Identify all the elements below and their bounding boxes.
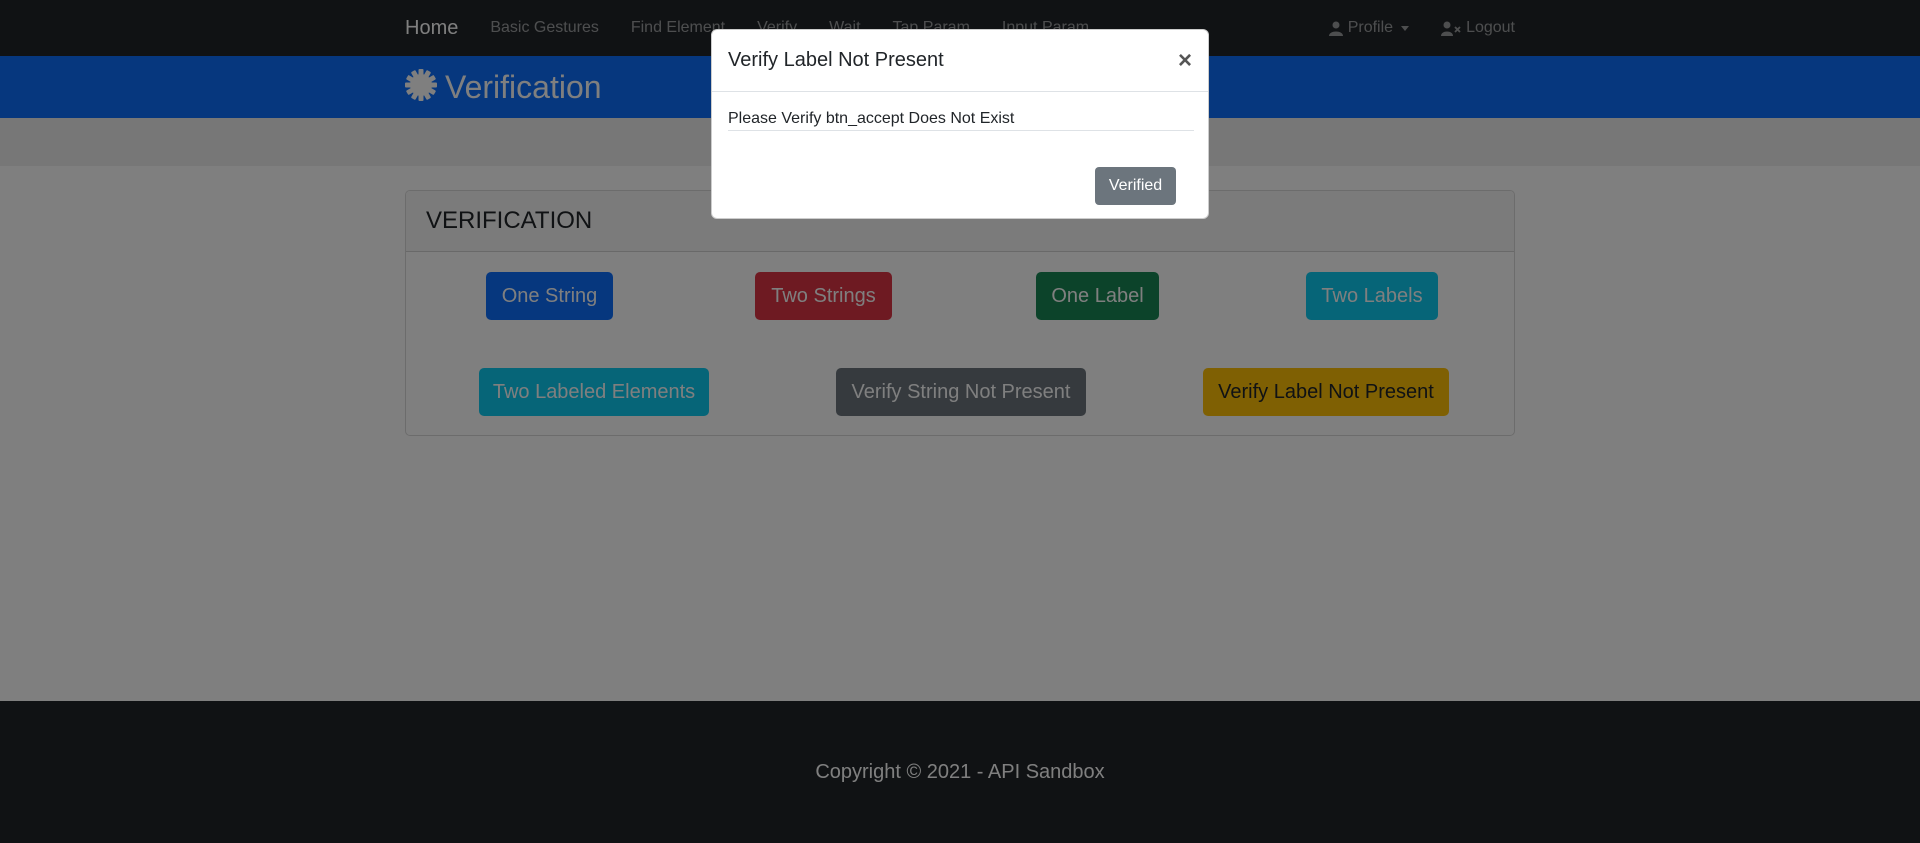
close-icon[interactable]: × — [1178, 48, 1192, 73]
modal-body: Please Verify btn_accept Does Not Exist … — [712, 110, 1208, 205]
modal-message: Please Verify btn_accept Does Not Exist — [728, 110, 1194, 131]
modal-title: Verify Label Not Present — [728, 49, 944, 71]
verify-label-modal: Verify Label Not Present × Please Verify… — [711, 29, 1209, 219]
modal-header: Verify Label Not Present × — [712, 30, 1208, 92]
verified-button[interactable]: Verified — [1095, 167, 1176, 205]
